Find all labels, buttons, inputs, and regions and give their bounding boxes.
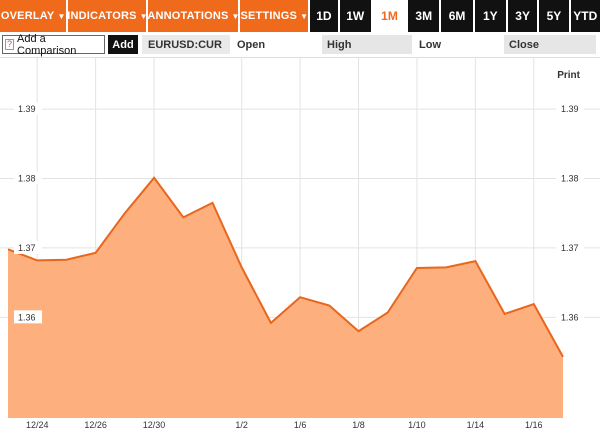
price-chart-svg: 1.361.371.381.39 1.361.371.381.39 12/24 1… <box>0 57 600 430</box>
x-tick-label: 1/6 <box>294 420 307 430</box>
y-tick-label: 1.39 <box>561 104 579 114</box>
print-link[interactable]: Print <box>557 70 580 81</box>
x-tick-label: 1/16 <box>525 420 543 430</box>
x-tick-label: 1/14 <box>467 420 485 430</box>
y-tick-label: 1.36 <box>561 312 579 322</box>
y-tick-label: 1.37 <box>561 243 579 253</box>
x-tick-label: 1/2 <box>235 420 248 430</box>
x-tick-label: 12/30 <box>143 420 166 430</box>
x-tick-label: 1/10 <box>408 420 426 430</box>
y-tick-label: 1.37 <box>18 243 36 253</box>
y-tick-label: 1.39 <box>18 104 36 114</box>
y-tick-label: 1.36 <box>18 312 36 322</box>
y-axis-right: 1.36 1.37 1.38 1.39 <box>556 102 584 324</box>
y-tick-label: 1.38 <box>561 173 579 183</box>
x-tick-label: 12/26 <box>84 420 107 430</box>
y-tick-label: 1.38 <box>18 173 36 183</box>
x-tick-label: 1/8 <box>352 420 365 430</box>
x-tick-label: 12/24 <box>26 420 49 430</box>
price-area-fill <box>8 177 563 418</box>
x-axis: 12/24 12/26 12/30 1/2 1/6 1/8 1/10 1/14 1/16 <box>26 420 543 430</box>
